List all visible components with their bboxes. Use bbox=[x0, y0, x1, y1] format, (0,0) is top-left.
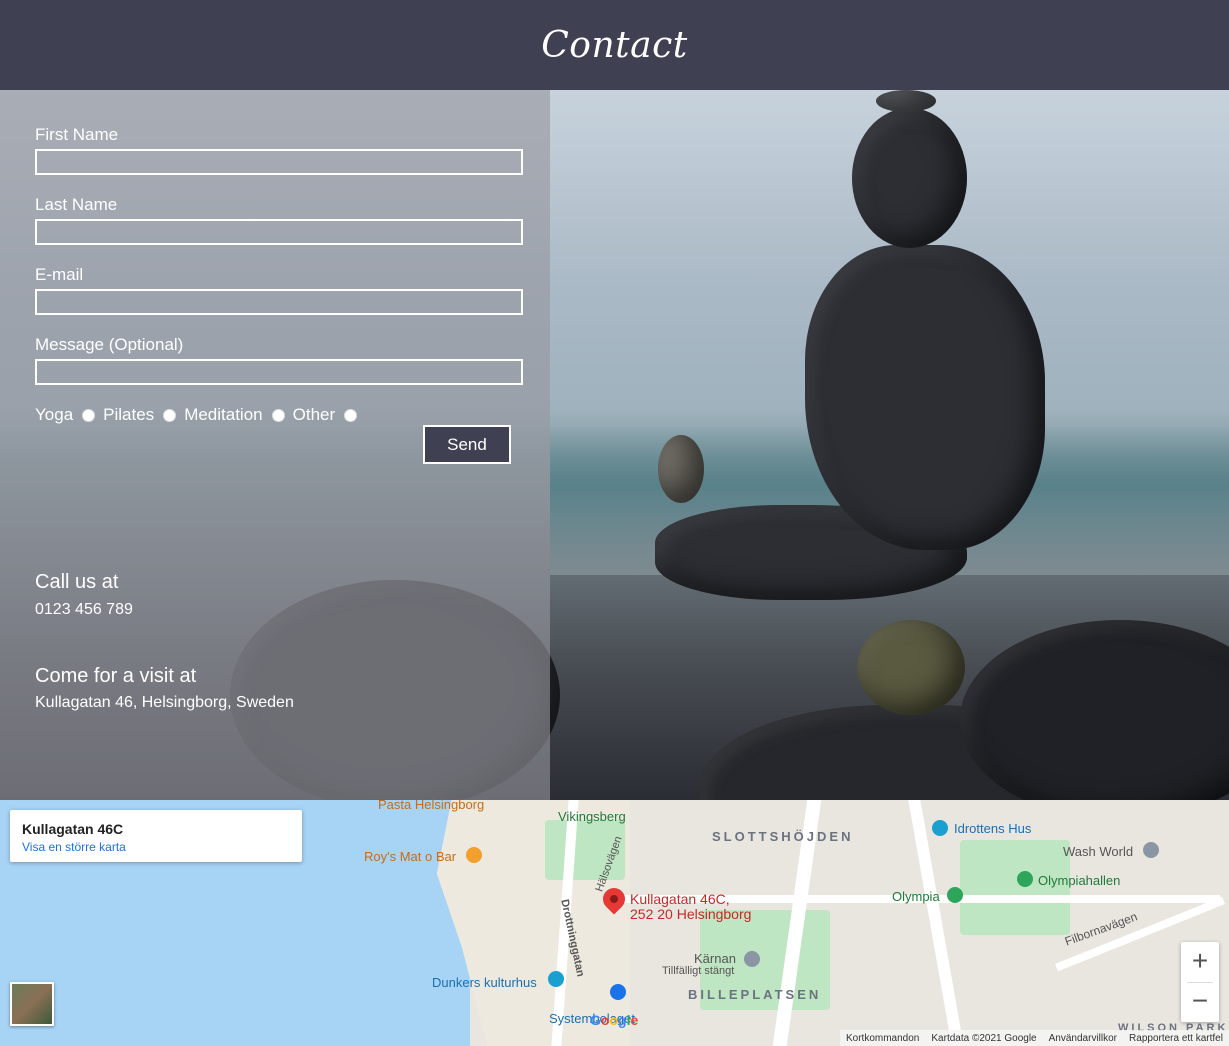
zoom-control: + − bbox=[1181, 942, 1219, 1022]
pin-icon[interactable] bbox=[1143, 842, 1159, 858]
phone-number: 0123 456 789 bbox=[35, 601, 133, 618]
shop-icon[interactable] bbox=[610, 984, 626, 1000]
place-title: Kullagatan 46C bbox=[22, 821, 124, 837]
send-button[interactable]: Send bbox=[423, 425, 511, 464]
marker-address-line2: 252 20 Helsingborg bbox=[630, 906, 752, 922]
stone-small bbox=[658, 435, 704, 503]
satellite-toggle-thumbnail[interactable] bbox=[10, 982, 54, 1026]
restaurant-icon[interactable] bbox=[466, 847, 482, 863]
address-text: Kullagatan 46, Helsingborg, Sweden bbox=[35, 694, 294, 711]
map-footer: Kortkommandon Kartdata ©2021 Google Anvä… bbox=[840, 1030, 1229, 1046]
marker-address-line1: Kullagatan 46C, bbox=[630, 891, 730, 907]
radio-label-yoga: Yoga bbox=[35, 405, 74, 424]
radio-button-other[interactable] bbox=[344, 408, 358, 422]
first-name-label: First Name bbox=[35, 125, 119, 144]
contact-form-panel: First Name Last Name E-mail Message (Opt… bbox=[0, 90, 550, 800]
map-label-karnan-sub: Tillfälligt stängt bbox=[662, 965, 735, 977]
map-place-card: Kullagatan 46C Visa en större karta bbox=[10, 810, 302, 862]
zoom-in-button[interactable]: + bbox=[1181, 942, 1219, 982]
radio-label-meditation: Meditation bbox=[184, 405, 263, 424]
stone-large bbox=[805, 245, 1045, 550]
map-label-roys[interactable]: Roy's Mat o Bar bbox=[364, 849, 456, 864]
visit-heading: Come for a visit at bbox=[35, 665, 197, 687]
page-header: Contact bbox=[0, 0, 1229, 90]
culture-icon[interactable] bbox=[548, 971, 564, 987]
map-label-vikingsberg[interactable]: Vikingsberg bbox=[558, 809, 626, 824]
map-label-slottshojden: SLOTTSHÖJDEN bbox=[712, 829, 854, 844]
radio-label-pilates: Pilates bbox=[103, 405, 155, 424]
stone-tiny bbox=[876, 90, 936, 112]
last-name-field[interactable] bbox=[35, 219, 523, 245]
radio-label-other: Other bbox=[292, 405, 336, 424]
keyboard-shortcuts-link[interactable]: Kortkommandon bbox=[846, 1033, 919, 1044]
radio-button-meditation[interactable] bbox=[271, 408, 285, 422]
map-label-idrottens[interactable]: Idrottens Hus bbox=[954, 821, 1031, 836]
map-data-attribution: Kartdata ©2021 Google bbox=[931, 1032, 1037, 1044]
message-label: Message (Optional) bbox=[35, 335, 184, 354]
map-label-dunkers[interactable]: Dunkers kulturhus bbox=[432, 975, 537, 990]
sports-icon[interactable] bbox=[932, 820, 948, 836]
radio-option-other[interactable]: Other bbox=[293, 405, 358, 425]
rock-right bbox=[960, 620, 1229, 800]
last-name-label: Last Name bbox=[35, 195, 118, 214]
map-label-billeplatsen: BILLEPLATSEN bbox=[688, 987, 822, 1002]
radio-button-pilates[interactable] bbox=[163, 408, 177, 422]
message-field[interactable] bbox=[35, 359, 523, 385]
email-field[interactable] bbox=[35, 289, 523, 315]
map-road bbox=[908, 800, 964, 1046]
map-label-karnan[interactable]: Kärnan bbox=[694, 951, 736, 966]
report-error-link[interactable]: Rapportera ett kartfel bbox=[1129, 1033, 1223, 1044]
email-label: E-mail bbox=[35, 265, 84, 284]
call-heading: Call us at bbox=[35, 571, 119, 593]
marker-address[interactable]: Kullagatan 46C, 252 20 Helsingborg bbox=[630, 892, 751, 922]
stadium-icon[interactable] bbox=[947, 887, 963, 903]
map-label-olympia[interactable]: Olympia bbox=[892, 889, 940, 904]
zoom-out-button[interactable]: − bbox=[1181, 982, 1219, 1022]
radio-button-yoga[interactable] bbox=[82, 408, 96, 422]
stone-bottom bbox=[857, 620, 965, 715]
radio-option-pilates[interactable]: Pilates bbox=[103, 405, 177, 425]
radio-option-yoga[interactable]: Yoga bbox=[35, 405, 96, 425]
google-logo: Google bbox=[590, 1012, 639, 1028]
map-label-washworld[interactable]: Wash World bbox=[1063, 844, 1133, 859]
first-name-field[interactable] bbox=[35, 149, 523, 175]
museum-icon[interactable] bbox=[744, 951, 760, 967]
page-title: Contact bbox=[541, 24, 688, 66]
terms-link[interactable]: Användarvillkor bbox=[1049, 1033, 1117, 1044]
pin-icon[interactable] bbox=[1017, 871, 1033, 887]
map-label-olympiahallen[interactable]: Olympiahallen bbox=[1038, 873, 1120, 888]
stone-top bbox=[852, 108, 967, 248]
radio-option-meditation[interactable]: Meditation bbox=[184, 405, 285, 425]
interest-radio-group: Yoga Pilates Meditation Other bbox=[35, 405, 365, 425]
larger-map-link[interactable]: Visa en större karta bbox=[22, 840, 126, 854]
map-label-pasta[interactable]: Pasta Helsingborg bbox=[378, 797, 484, 812]
